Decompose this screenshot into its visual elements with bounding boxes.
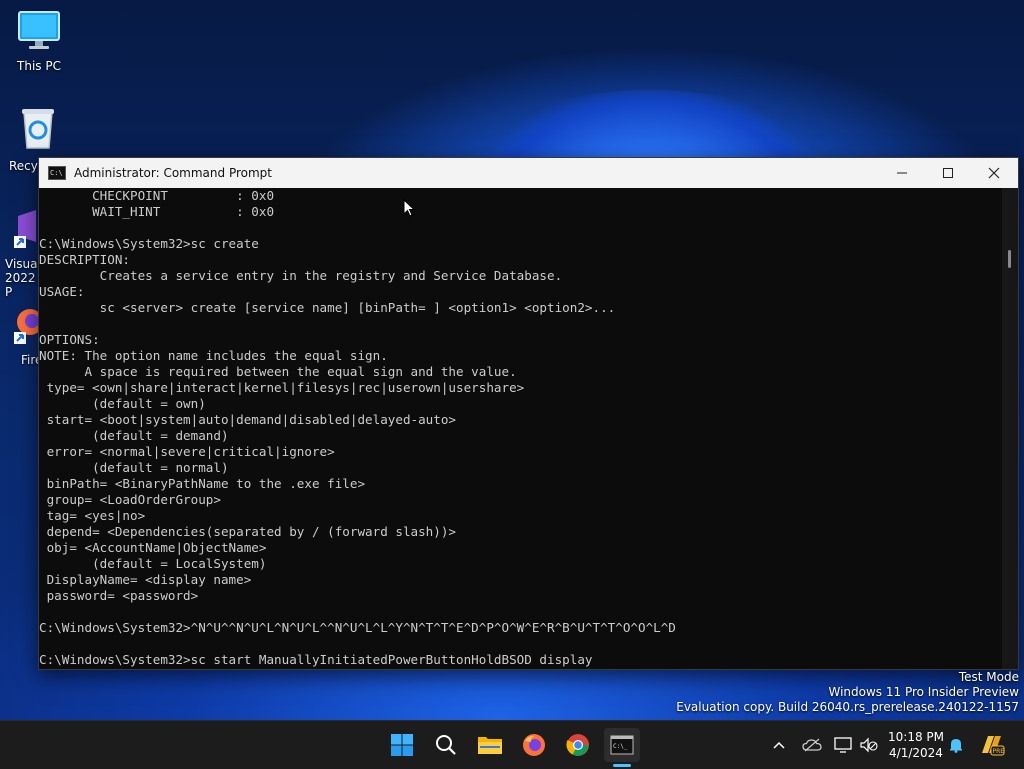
- minimize-button[interactable]: [879, 158, 925, 188]
- clock-date: 4/1/2024: [889, 746, 943, 760]
- watermark-line-3: Evaluation copy. Build 26040.rs_prerelea…: [676, 700, 1019, 714]
- monitor-icon: [0, 8, 78, 55]
- console-line: (default = demand): [39, 428, 229, 443]
- display-settings-button[interactable]: [832, 721, 854, 769]
- console-line: (default = normal): [39, 460, 229, 475]
- chrome-icon: [566, 734, 589, 756]
- console-line: (default = own): [39, 396, 206, 411]
- command-prompt-icon: C:\_: [610, 735, 634, 755]
- mouse-cursor-icon: [403, 198, 416, 221]
- windows-logo-icon: [391, 734, 413, 756]
- visual-studio-icon: [14, 210, 40, 253]
- maximize-button[interactable]: [925, 158, 971, 188]
- window-title: Administrator: Command Prompt: [74, 166, 272, 180]
- copilot-preview-button[interactable]: PRE: [978, 721, 1006, 769]
- window-titlebar[interactable]: C:\ Administrator: Command Prompt: [39, 158, 1018, 188]
- recycle-bin-icon: [18, 106, 54, 155]
- onedrive-cloud-icon: [802, 738, 822, 752]
- desktop-icon-label-line2: 2022 P: [5, 271, 36, 299]
- console-output[interactable]: CHECKPOINT : 0x0 WAIT_HINT : 0x0 C:\Windo…: [39, 188, 1002, 669]
- monitor-icon: [834, 737, 852, 753]
- taskbar-clock[interactable]: 10:18 PM 4/1/2024: [884, 729, 948, 761]
- active-app-indicator: [613, 764, 631, 767]
- console-line: password= <password>: [39, 588, 199, 603]
- show-hidden-icons-button[interactable]: [768, 721, 790, 769]
- console-line: group= <LoadOrderGroup>: [39, 492, 221, 507]
- console-line: WAIT_HINT : 0x0: [39, 204, 275, 219]
- vertical-scrollbar[interactable]: [1002, 188, 1018, 669]
- minimize-icon: [897, 172, 907, 174]
- command-prompt-taskbar-button[interactable]: C:\_: [604, 728, 640, 762]
- console-line: C:\Windows\System32>sc create: [39, 236, 259, 251]
- folder-icon: [478, 737, 502, 754]
- firefox-icon: [523, 734, 545, 756]
- start-button[interactable]: [384, 728, 420, 762]
- svg-text:C:\_: C:\_: [613, 743, 628, 750]
- chrome-button[interactable]: [560, 728, 596, 762]
- search-button[interactable]: [428, 728, 464, 762]
- scrollbar-thumb[interactable]: [1008, 250, 1011, 268]
- close-icon: [988, 167, 1000, 179]
- copilot-pre-icon: PRE: [982, 736, 1005, 756]
- console-line: DESCRIPTION:: [39, 252, 130, 267]
- desktop-icon-visual-studio[interactable]: Visual 2022 P: [0, 210, 41, 299]
- console-line: depend= <Dependencies(separated by / (fo…: [39, 524, 457, 539]
- console-line: A space is required between the equal si…: [39, 364, 517, 379]
- console-line: NOTE: The option name includes the equal…: [39, 348, 388, 363]
- clock-time: 10:18 PM: [888, 730, 944, 744]
- notifications-button[interactable]: [946, 721, 966, 769]
- console-line: binPath= <BinaryPathName to the .exe fil…: [39, 476, 366, 491]
- watermark-line-1: Test Mode: [958, 670, 1019, 684]
- svg-text:PRE: PRE: [993, 748, 1005, 755]
- bell-icon: [950, 739, 962, 753]
- console-line: DisplayName= <display name>: [39, 572, 252, 587]
- console-line: sc <server> create [service name] [binPa…: [39, 300, 616, 315]
- desktop-icon-this-pc[interactable]: This PC: [0, 8, 78, 73]
- firefox-button[interactable]: [516, 728, 552, 762]
- console-line: obj= <AccountName|ObjectName>: [39, 540, 267, 555]
- console-line: OPTIONS:: [39, 332, 100, 347]
- console-line: tag= <yes|no>: [39, 508, 146, 523]
- console-line: (default = LocalSystem): [39, 556, 267, 571]
- console-line: error= <normal|severe|critical|ignore>: [39, 444, 335, 459]
- taskbar: C:\_ 10:18 PM 4/1/2024 PRE: [0, 720, 1024, 769]
- file-explorer-button[interactable]: [472, 728, 508, 762]
- chevron-up-icon: [773, 741, 785, 749]
- console-line: type= <own|share|interact|kernel|filesys…: [39, 380, 525, 395]
- command-prompt-window[interactable]: C:\ Administrator: Command Prompt CHECKP…: [38, 157, 1019, 670]
- console-line: C:\Windows\System32>^N^U^^N^U^L^N^U^L^^N…: [39, 620, 676, 635]
- volume-muted-icon: [860, 737, 878, 753]
- console-line: start= <boot|system|auto|demand|disabled…: [39, 412, 457, 427]
- maximize-icon: [943, 168, 953, 178]
- desktop-icon-label: Visual: [5, 257, 41, 271]
- command-prompt-icon: C:\: [48, 166, 66, 180]
- console-line: CHECKPOINT : 0x0: [39, 188, 275, 203]
- desktop-icon-label: This PC: [17, 59, 61, 73]
- console-line: Creates a service entry in the registry …: [39, 268, 563, 283]
- close-button[interactable]: [971, 158, 1017, 188]
- watermark-line-2: Windows 11 Pro Insider Preview: [828, 685, 1019, 699]
- desktop-icon-firefox[interactable]: Fire: [0, 306, 43, 367]
- search-icon: [436, 735, 456, 755]
- test-mode-watermark: Test Mode Windows 11 Pro Insider Preview…: [676, 670, 1019, 715]
- onedrive-button[interactable]: [800, 721, 824, 769]
- console-line: C:\Windows\System32>sc start ManuallyIni…: [39, 652, 593, 667]
- firefox-icon: [14, 306, 43, 349]
- volume-button[interactable]: [858, 721, 880, 769]
- console-line: USAGE:: [39, 284, 85, 299]
